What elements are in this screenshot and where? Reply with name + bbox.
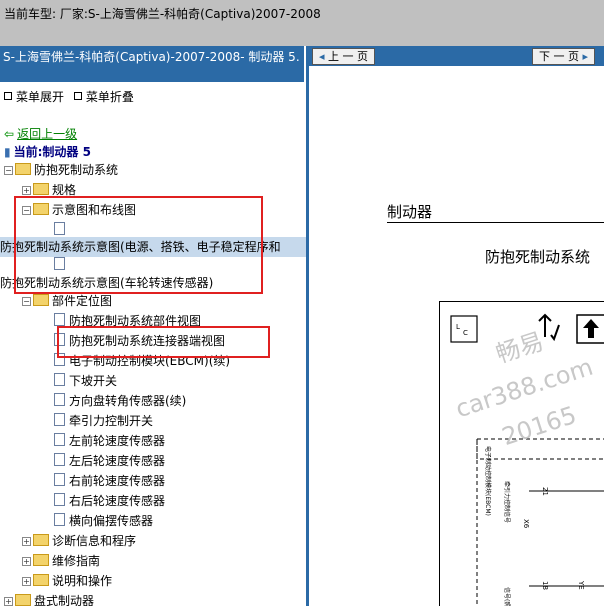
tree-leaf[interactable]: 横向偏摆传感器 (54, 511, 153, 531)
page-nav-bar: ◂ 上 一 页 下 一 页 ▸ (309, 46, 604, 66)
tree-leaf[interactable]: 右后轮速度传感器 (54, 491, 165, 511)
expand-icon[interactable]: + (22, 577, 31, 586)
svg-text:L: L (456, 323, 460, 331)
annotation-box (14, 196, 263, 294)
folder-icon (33, 554, 49, 566)
collapse-icon[interactable]: − (22, 297, 31, 306)
menu-collapse-button[interactable]: 菜单折叠 (73, 90, 134, 104)
document-icon (54, 433, 65, 446)
tcs-label: 牵引力控制信号 (503, 481, 511, 523)
section-rule (387, 222, 604, 223)
conn-label: X6 (522, 519, 530, 529)
prev-page-button[interactable]: ◂ 上 一 页 (312, 48, 376, 65)
next-page-button[interactable]: 下 一 页 ▸ (532, 48, 596, 65)
tree-node-abs[interactable]: − 防抱死制动系统 (4, 160, 118, 180)
tree-node-repair[interactable]: + 维修指南 (22, 551, 100, 571)
square-icon (73, 92, 82, 100)
document-view: 制动器 防抱死制动系统 L C 电子制动控制模块(EBCM) 牵引力控制信号 X… (309, 66, 604, 606)
tree-leaf[interactable]: 方向盘转角传感器(续) (54, 391, 186, 411)
left-panel-header: S-上海雪佛兰-科帕奇(Captiva)-2007-2008- 制动器 5. (0, 46, 304, 82)
document-icon (54, 413, 65, 426)
square-icon (4, 92, 12, 100)
signal-label: 信号(照明 +) (503, 587, 511, 606)
annotation-box (57, 326, 270, 358)
folder-icon (33, 294, 49, 306)
document-icon (54, 513, 65, 526)
svg-text:C: C (463, 329, 468, 337)
folder-icon (33, 183, 49, 195)
tree-node-description[interactable]: + 说明和操作 (22, 571, 112, 591)
expand-icon[interactable]: + (4, 597, 13, 606)
left-arrow-icon: ◂ (319, 50, 325, 63)
menu-expand-button[interactable]: 菜单展开 (4, 90, 64, 104)
document-icon (54, 393, 65, 406)
section-title: 制动器 (387, 203, 433, 221)
title-bar: 当前车型: 厂家:S-上海雪佛兰-科帕奇(Captiva)2007-2008 (0, 0, 604, 46)
tree-leaf[interactable]: 左后轮速度传感器 (54, 451, 165, 471)
expand-icon[interactable]: + (22, 186, 31, 195)
menu-controls: 菜单展开 菜单折叠 (4, 88, 140, 105)
expand-icon[interactable]: + (22, 557, 31, 566)
document-icon (54, 453, 65, 466)
back-arrow-icon: ⇦ (4, 127, 15, 141)
tree-node-locations[interactable]: − 部件定位图 (22, 291, 112, 311)
folder-icon (33, 574, 49, 586)
right-arrow-icon: ▸ (582, 50, 589, 63)
expand-icon[interactable]: + (22, 537, 31, 546)
pin-18: 18 (541, 581, 549, 590)
location-icon: ▮ (4, 145, 11, 159)
ebcm-label: 电子制动控制模块(EBCM) (484, 446, 492, 516)
tree-leaf[interactable]: 下坡开关 (54, 371, 117, 391)
folder-icon (15, 594, 31, 606)
back-link[interactable]: ⇦ 返回上一级 (4, 124, 77, 144)
document-panel: ◂ 上 一 页 下 一 页 ▸ 制动器 防抱死制动系统 L C 电子制动控制模块… (309, 46, 604, 606)
document-icon (54, 373, 65, 386)
document-icon (54, 473, 65, 486)
document-icon (54, 493, 65, 506)
left-panel: S-上海雪佛兰-科帕奇(Captiva)-2007-2008- 制动器 5. 菜… (0, 46, 306, 606)
tree-leaf[interactable]: 右前轮速度传感器 (54, 471, 165, 491)
tree-leaf[interactable]: 牵引力控制开关 (54, 411, 153, 431)
tree-leaf[interactable]: 左前轮速度传感器 (54, 431, 165, 451)
tree-node-diagnostics[interactable]: + 诊断信息和程序 (22, 531, 136, 551)
collapse-icon[interactable]: − (4, 166, 13, 175)
car-model-title: 当前车型: 厂家:S-上海雪佛兰-科帕奇(Captiva)2007-2008 (4, 7, 321, 21)
tree-node-disc-brakes[interactable]: + 盘式制动器 (4, 591, 94, 606)
folder-icon (15, 163, 31, 175)
pin-21: 21 (541, 487, 549, 496)
document-icon (54, 313, 65, 326)
current-location: ▮ 当前:制动器 5 (4, 145, 91, 159)
diagram-title: 防抱死制动系统 (485, 248, 591, 266)
wire-color: YE (577, 580, 585, 590)
folder-icon (33, 534, 49, 546)
tree-icon (538, 313, 552, 337)
